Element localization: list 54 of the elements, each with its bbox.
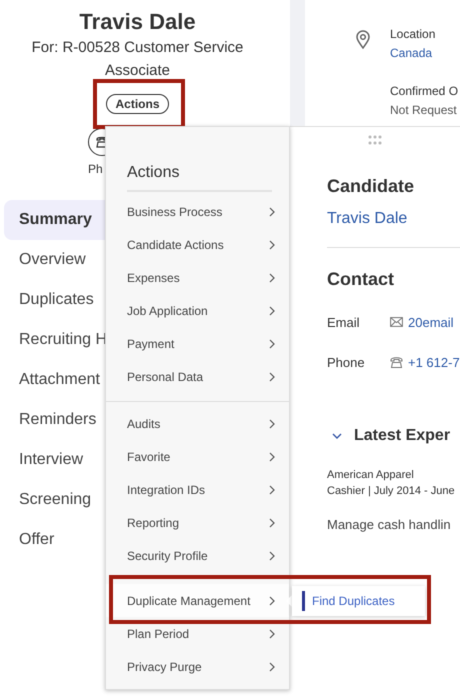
field-label: Phone [327,354,366,370]
menu-item[interactable]: Personal Data [106,360,289,393]
menu-item[interactable]: Expenses [106,261,289,294]
location-pin-icon [356,30,370,49]
menu-item[interactable]: Audits [106,407,289,440]
field-label: Email [327,314,361,330]
field-value[interactable]: Canada [390,43,436,63]
menu-item[interactable]: Business Process [106,195,289,228]
menu-item[interactable]: Privacy Purge [106,650,289,683]
menu-item[interactable]: Job Application [106,294,289,327]
menu-title: Actions [127,163,180,183]
chevron-right-icon [269,418,275,428]
menu-item[interactable]: Favorite [106,440,289,473]
drag-handle-icon[interactable] [368,135,382,145]
section-heading: Candidate [327,175,416,198]
field-value: Not Request [390,102,458,119]
menu-item[interactable]: Security Profile [106,539,289,572]
requisition-title: For: R-00528 Customer Service Associate [30,38,244,81]
chevron-right-icon [269,452,275,462]
envelope-icon [390,317,403,327]
chevron-right-icon [269,206,275,216]
menu-item[interactable]: Reporting [106,506,289,539]
chevron-right-icon [269,272,275,282]
chevron-right-icon [269,596,275,606]
chevron-right-icon [269,372,275,382]
menu-item[interactable]: Duplicate Management [106,584,289,617]
chevron-right-icon [269,550,275,560]
chevron-right-icon [269,662,275,672]
job-details: Cashier | July 2014 - June [327,484,456,499]
section-heading: Latest Exper [354,427,450,445]
menu-item[interactable]: Candidate Actions [106,228,289,261]
company-name: American Apparel [327,468,415,483]
chevron-right-icon [269,306,275,316]
menu-item[interactable]: Payment [106,327,289,360]
contact-link[interactable]: 20email [408,314,454,330]
contact-link[interactable]: +1 612-7 [408,354,460,370]
chevron-right-icon [269,628,275,638]
chevron-right-icon [269,518,275,528]
phone-icon [390,356,403,368]
actions-button[interactable]: Actions [106,94,168,114]
phone-label: Ph [88,162,103,176]
job-description: Manage cash handlin [327,517,452,532]
candidate-link[interactable]: Travis Dale [327,209,460,229]
submenu-item[interactable]: Find Duplicates [292,586,425,616]
field-label: Confirmed O [390,83,458,100]
chevron-right-icon [269,484,275,494]
section-heading: Contact [327,268,395,291]
chevron-right-icon [269,240,275,250]
menu-item[interactable]: Plan Period [106,617,289,650]
field-label: Location [390,26,436,43]
menu-item[interactable]: Integration IDs [106,473,289,506]
candidate-name: Travis Dale [78,8,197,36]
chevron-right-icon [269,338,275,348]
chevron-down-icon[interactable] [332,433,342,439]
